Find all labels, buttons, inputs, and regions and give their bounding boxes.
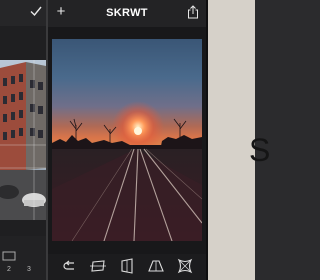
undo-rotate-icon[interactable]	[62, 258, 78, 274]
tool-icon-left[interactable]	[2, 250, 16, 262]
bottom-toolbar	[48, 254, 206, 280]
left-bottom-bar: 2 3	[0, 236, 46, 280]
right-panel-letter: S	[249, 132, 271, 168]
lens-distortion-icon[interactable]	[177, 258, 193, 274]
vertical-perspective-icon[interactable]	[119, 258, 135, 274]
horizontal-perspective-icon[interactable]	[148, 258, 164, 274]
previous-screen: 2 3	[0, 0, 46, 280]
right-panel: S	[208, 0, 270, 280]
checkmark-icon[interactable]	[30, 5, 42, 17]
page-number-2: 2	[7, 266, 11, 273]
skrwt-screen: + SKRWT	[48, 0, 206, 280]
app-title: SKRWT	[106, 7, 148, 19]
top-bar: + SKRWT	[48, 0, 206, 27]
page-number-3: 3	[27, 266, 31, 273]
railroad-sunset-photo	[52, 39, 202, 241]
rotate-icon[interactable]	[90, 258, 106, 274]
share-icon[interactable]	[187, 5, 199, 19]
left-topbar	[0, 0, 46, 26]
left-building-photo	[0, 60, 46, 220]
